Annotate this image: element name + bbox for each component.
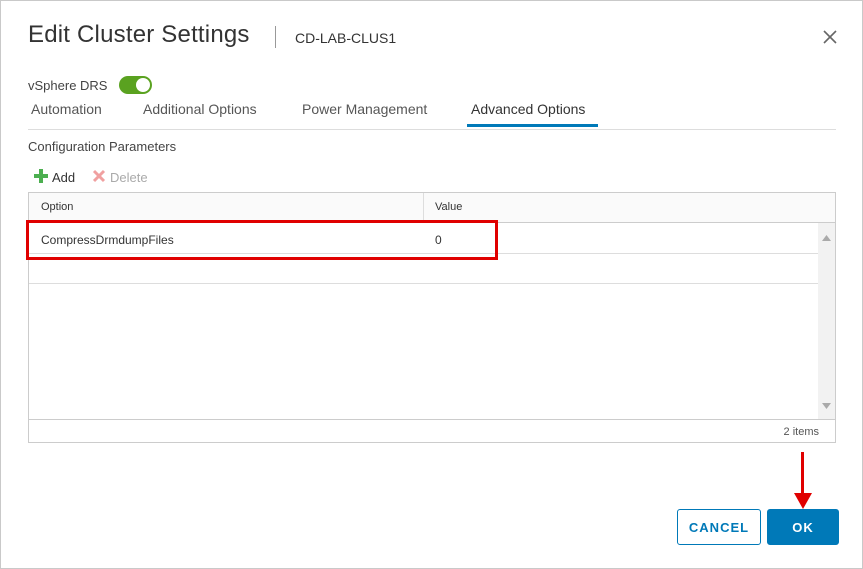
- scroll-up-icon[interactable]: [822, 228, 831, 246]
- configuration-parameters-heading: Configuration Parameters: [28, 139, 177, 154]
- tab-bar: Automation Additional Options Power Mana…: [28, 99, 836, 130]
- item-count: 2 items: [783, 426, 819, 438]
- delete-button[interactable]: Delete: [92, 169, 148, 186]
- grid-scrollbar[interactable]: [818, 223, 835, 419]
- tab-advanced-options[interactable]: Advanced Options: [471, 101, 585, 117]
- drs-label: vSphere DRS: [28, 78, 108, 93]
- cancel-button[interactable]: CANCEL: [677, 509, 761, 545]
- annotation-highlight-box: [26, 220, 498, 260]
- annotation-arrow-head: [794, 493, 812, 509]
- tab-additional-options[interactable]: Additional Options: [143, 101, 257, 117]
- active-tab-indicator: [467, 124, 598, 127]
- tab-power-management[interactable]: Power Management: [302, 101, 427, 117]
- cluster-name: CD-LAB-CLUS1: [295, 30, 397, 46]
- toggle-knob: [136, 78, 150, 92]
- column-header-option[interactable]: Option: [41, 201, 73, 213]
- dialog-title: Edit Cluster Settings: [28, 21, 250, 48]
- drs-toggle[interactable]: [119, 76, 152, 94]
- grid-header: Option Value: [29, 193, 835, 223]
- edit-cluster-settings-dialog: Edit Cluster Settings CD-LAB-CLUS1 vSphe…: [0, 0, 863, 569]
- ok-button[interactable]: OK: [767, 509, 839, 545]
- row-divider: [29, 283, 818, 284]
- column-header-value[interactable]: Value: [435, 201, 462, 213]
- plus-icon: [34, 169, 48, 186]
- column-divider[interactable]: [423, 193, 424, 222]
- add-label: Add: [52, 170, 76, 185]
- title-divider: [275, 26, 276, 48]
- x-icon: [92, 169, 106, 186]
- scroll-down-icon[interactable]: [822, 396, 831, 414]
- annotation-arrow: [801, 452, 804, 497]
- tab-automation[interactable]: Automation: [31, 101, 102, 117]
- delete-label: Delete: [110, 170, 148, 185]
- add-button[interactable]: Add: [34, 169, 75, 186]
- grid-footer: 2 items: [29, 419, 835, 443]
- close-icon[interactable]: [820, 27, 840, 47]
